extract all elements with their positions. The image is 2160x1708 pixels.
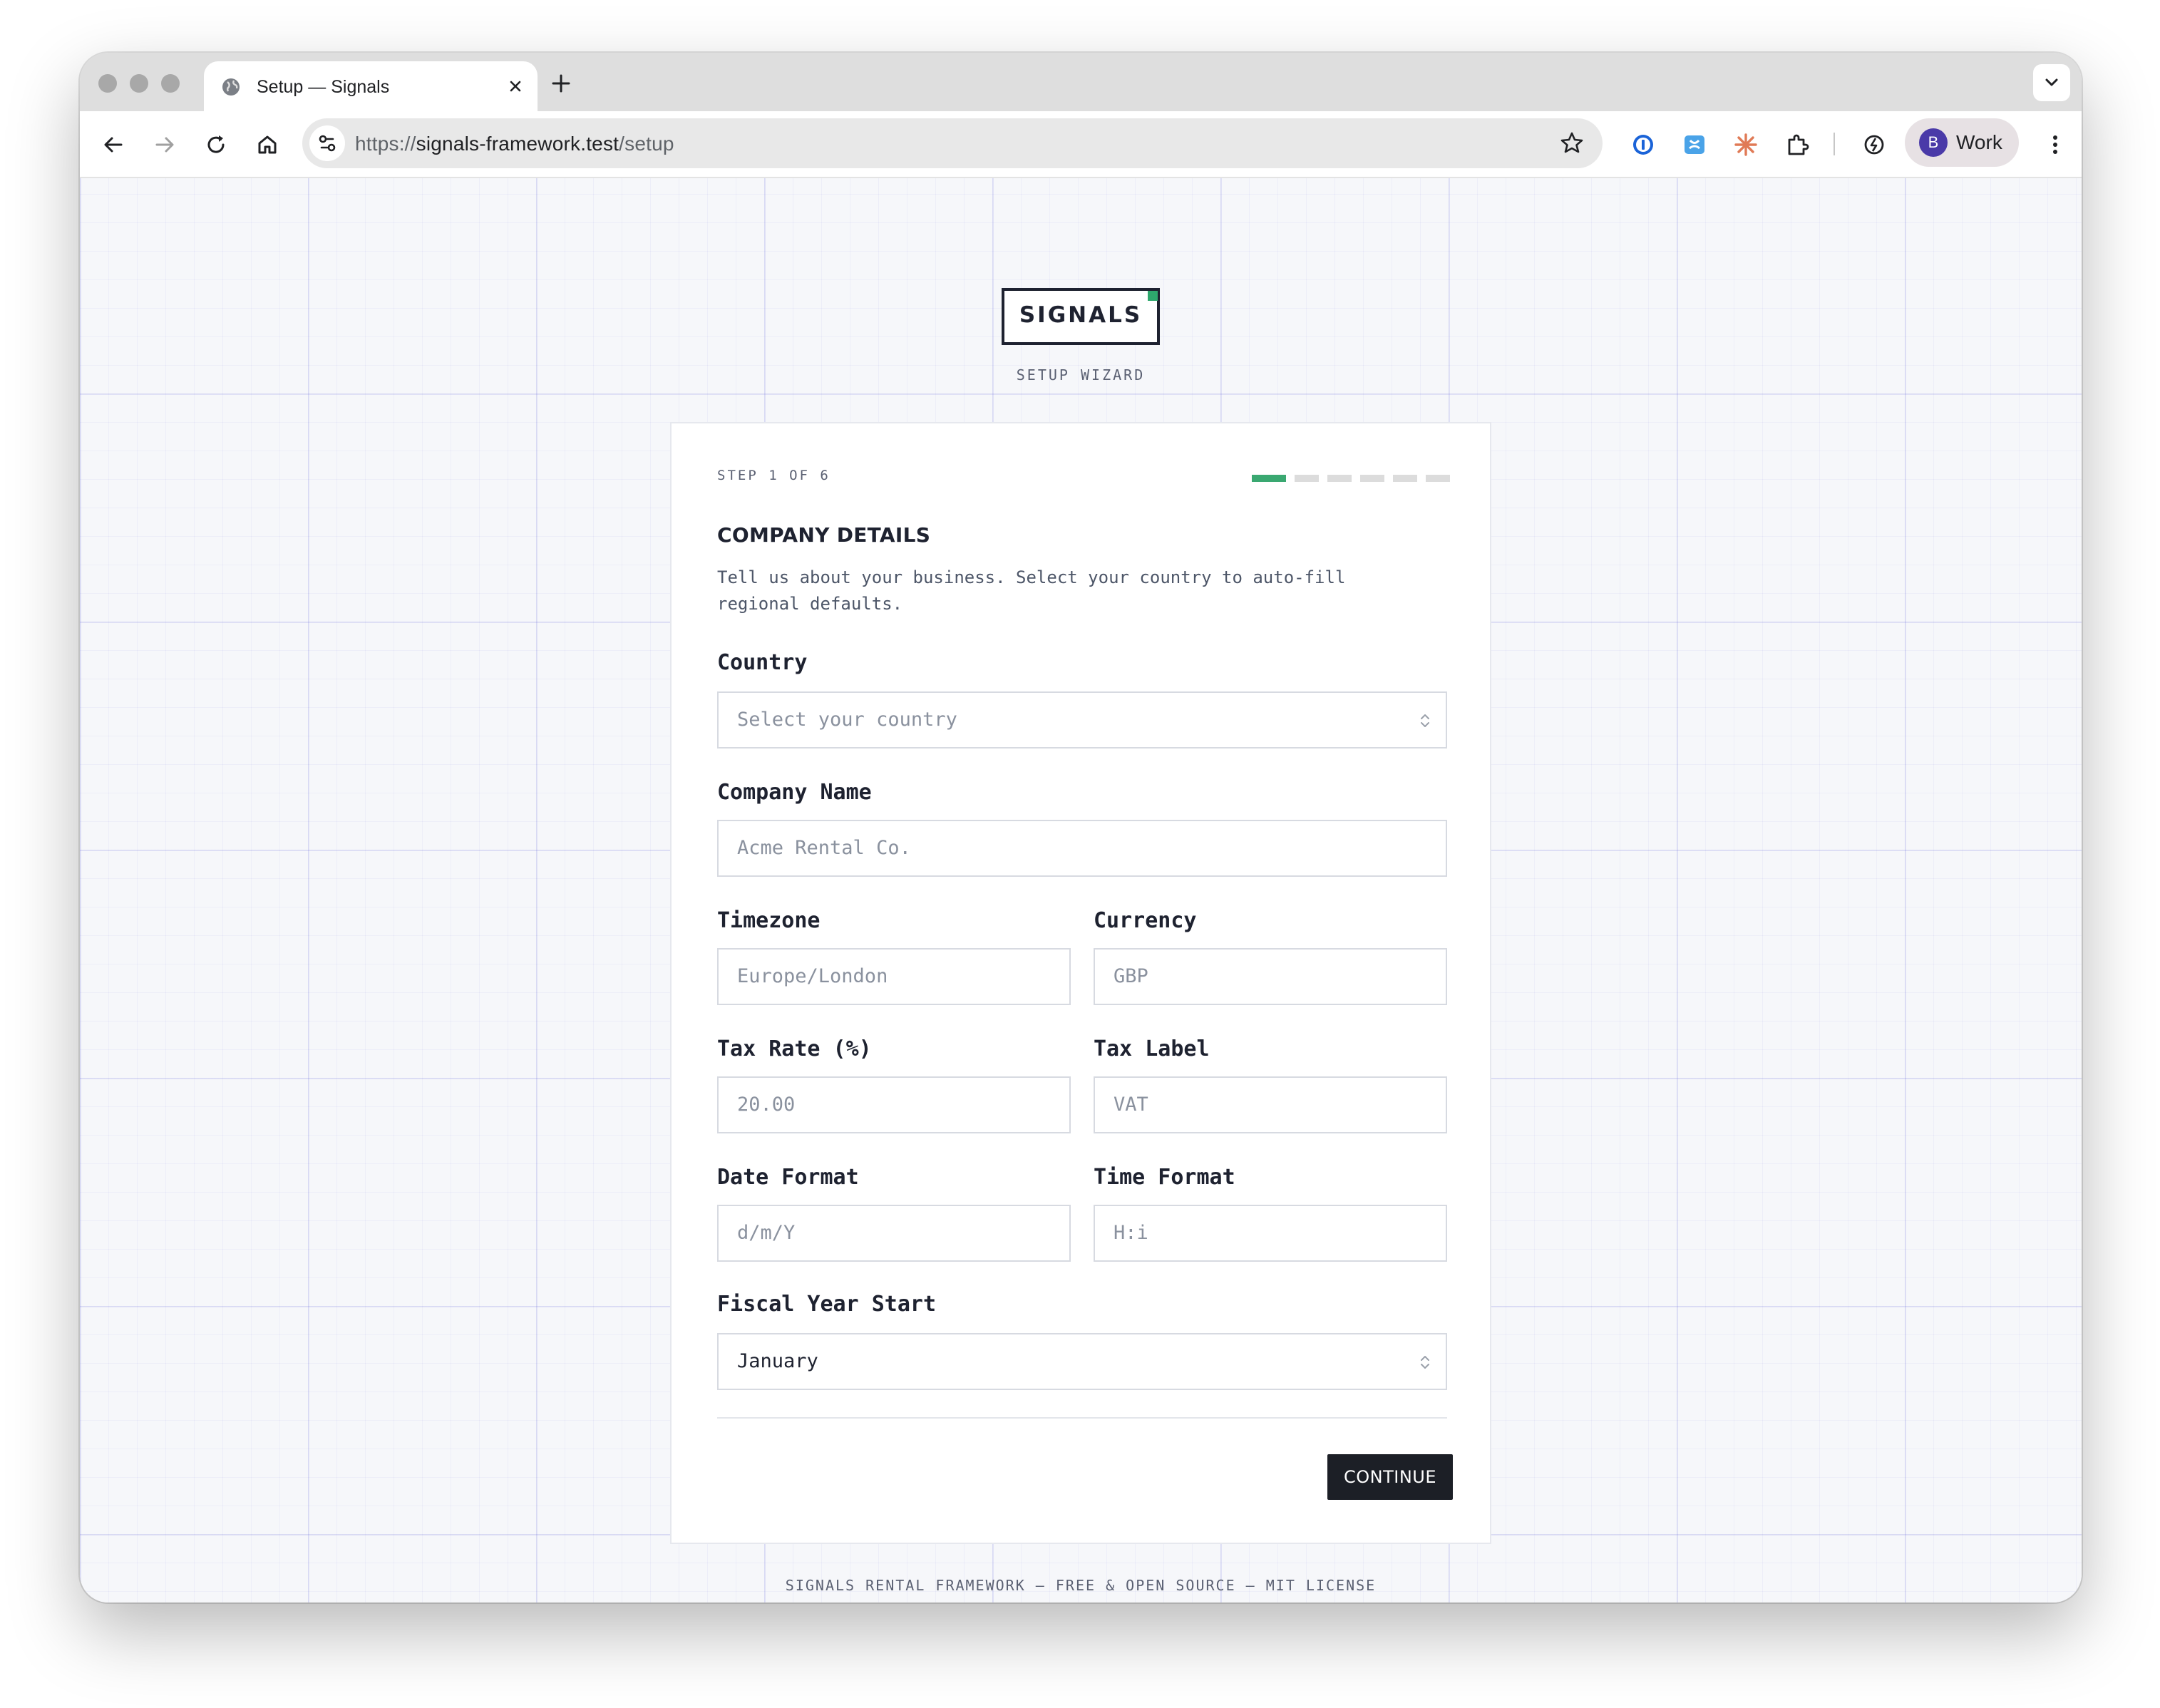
tax-label-input[interactable]: VAT [1094, 1076, 1447, 1133]
avatar: B [1919, 128, 1948, 157]
currency-label: Currency [1094, 908, 1197, 933]
fiscal-year-start-value: January [737, 1350, 818, 1372]
performance-icon[interactable] [1861, 131, 1888, 158]
profile-button[interactable]: B Work [1905, 118, 2019, 167]
browser-tab[interactable]: Setup — Signals [204, 61, 538, 111]
company-name-input[interactable]: Acme Rental Co. [717, 820, 1447, 877]
maximize-window-button[interactable] [161, 74, 180, 93]
time-format-input[interactable]: H:i [1094, 1205, 1447, 1262]
step-progress [1252, 475, 1450, 482]
date-format-label: Date Format [717, 1165, 859, 1190]
tab-bar: Setup — Signals [80, 53, 2082, 111]
sparkle-extension-icon[interactable] [1732, 131, 1759, 158]
page-content: SIGNALS SETUP WIZARD STEP 1 OF 6 COMPANY… [80, 178, 2082, 1602]
date-format-input[interactable]: d/m/Y [717, 1205, 1071, 1262]
tab-search-button[interactable] [2033, 64, 2070, 101]
toolbar-separator [1834, 133, 1835, 155]
new-tab-icon[interactable] [549, 71, 573, 96]
tax-rate-input[interactable]: 20.00 [717, 1076, 1071, 1133]
url-host: signals-framework.test [416, 133, 619, 155]
extensions-puzzle-icon[interactable] [1784, 131, 1811, 158]
logo: SIGNALS [1002, 288, 1160, 345]
back-arrow-icon[interactable] [100, 131, 127, 158]
wizard-card: STEP 1 OF 6 COMPANY DETAILS Tell us abou… [670, 422, 1491, 1544]
timezone-label: Timezone [717, 908, 821, 933]
url-scheme: https:// [355, 133, 416, 155]
section-description: Tell us about your business. Select your… [717, 567, 1346, 614]
country-select[interactable]: Select your country [717, 691, 1447, 748]
browser-window: Setup — Signals https://signals-framewor… [80, 53, 2082, 1602]
tab-title: Setup — Signals [257, 77, 390, 97]
more-menu-icon[interactable] [2042, 131, 2069, 158]
section-title: COMPANY DETAILS [717, 523, 931, 547]
address-bar[interactable]: https://signals-framework.test/setup [302, 118, 1603, 168]
progress-step-6 [1426, 475, 1450, 482]
close-tab-icon[interactable] [505, 76, 526, 97]
form-divider [717, 1417, 1447, 1419]
reload-icon[interactable] [202, 131, 230, 158]
url-path: /setup [619, 133, 674, 155]
progress-step-3 [1327, 475, 1352, 482]
forward-arrow-icon[interactable] [151, 131, 178, 158]
timezone-input[interactable]: Europe/London [717, 948, 1071, 1005]
tune-icon [319, 135, 336, 152]
chevron-down-icon [2045, 78, 2058, 86]
company-name-label: Company Name [717, 780, 872, 805]
select-arrows-icon [1421, 714, 1429, 727]
country-label: Country [717, 650, 808, 675]
step-label: STEP 1 OF 6 [717, 468, 830, 483]
profile-label: Work [1956, 131, 2002, 153]
logo-text: SIGNALS [1019, 302, 1143, 328]
time-format-label: Time Format [1094, 1165, 1235, 1190]
progress-step-2 [1295, 475, 1319, 482]
minimize-window-button[interactable] [130, 74, 148, 93]
site-info-button[interactable] [309, 125, 345, 161]
bookmark-star-icon[interactable] [1558, 130, 1585, 157]
home-icon[interactable] [254, 131, 281, 158]
tax-rate-label: Tax Rate (%) [717, 1036, 872, 1061]
setup-wizard-label: SETUP WIZARD [1016, 366, 1146, 384]
browser-toolbar: https://signals-framework.test/setup B W… [80, 111, 2082, 178]
currency-input[interactable]: GBP [1094, 948, 1447, 1005]
password-manager-icon[interactable] [1630, 131, 1657, 158]
progress-step-1 [1252, 475, 1286, 482]
globe-icon [222, 78, 240, 96]
country-placeholder: Select your country [737, 709, 957, 731]
url-text: https://signals-framework.test/setup [355, 133, 674, 155]
extension-shield-icon[interactable] [1681, 131, 1708, 158]
tax-label-label: Tax Label [1094, 1036, 1210, 1061]
continue-button[interactable]: CONTINUE [1327, 1454, 1453, 1500]
footer-text: SIGNALS RENTAL FRAMEWORK — FREE & OPEN S… [785, 1577, 1377, 1594]
close-window-button[interactable] [98, 74, 117, 93]
fiscal-year-start-select[interactable]: January [717, 1333, 1447, 1390]
fiscal-year-start-label: Fiscal Year Start [717, 1292, 937, 1317]
select-arrows-icon [1421, 1356, 1429, 1369]
progress-step-4 [1360, 475, 1384, 482]
progress-step-5 [1393, 475, 1417, 482]
logo-accent-dot [1148, 291, 1158, 301]
